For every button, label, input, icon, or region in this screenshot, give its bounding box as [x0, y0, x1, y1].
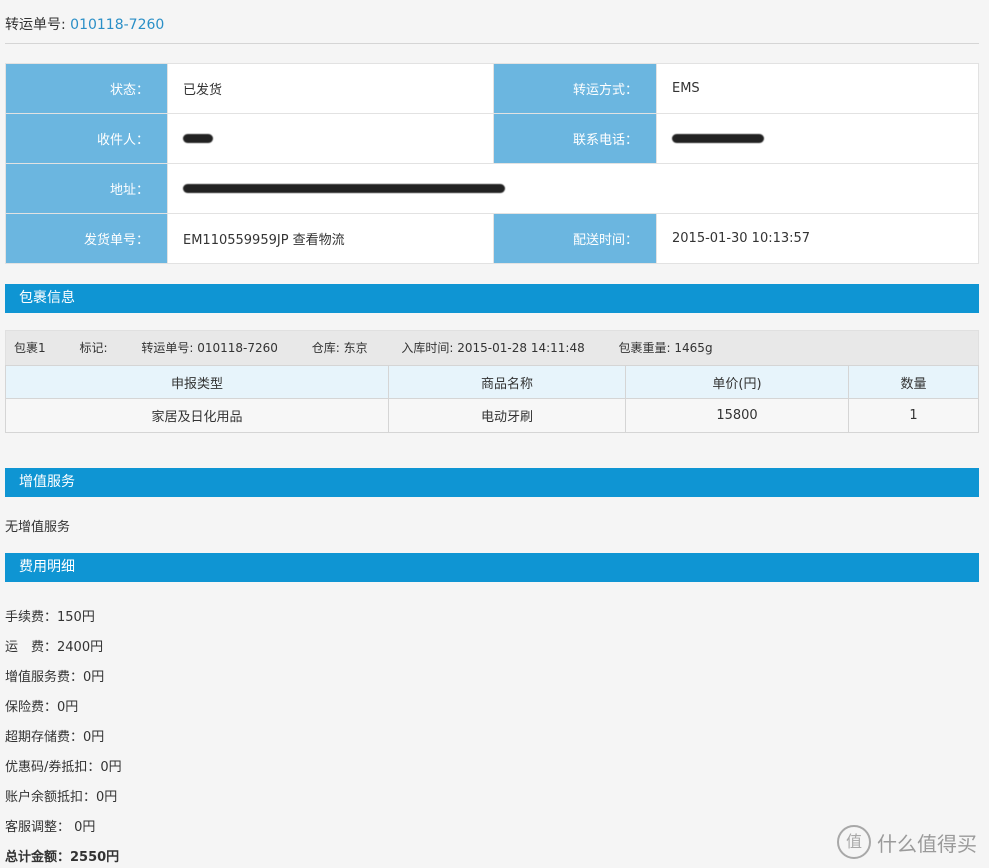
fee-line: 运 费：2400円	[5, 640, 104, 655]
section-title: 包裹信息	[19, 290, 75, 306]
status-value: 已发货	[167, 63, 494, 114]
recipient-label: 收件人：	[5, 113, 168, 164]
watermark-text: 什么值得买	[877, 831, 977, 856]
package-warehouse: 仓库: 东京	[311, 341, 368, 355]
section-title: 费用明细	[19, 559, 75, 575]
order-number-label: 转运单号:	[5, 17, 71, 33]
ship-time-value: 2015-01-30 10:13:57	[656, 213, 979, 264]
package-block: 包裹1 标记: 转运单号: 010118-7260 仓库: 东京 入库时间: 2…	[5, 330, 979, 433]
redaction-mark	[183, 134, 213, 143]
ship-time-label: 配送时间：	[493, 213, 657, 264]
value-added-section-header: 增值服务	[5, 468, 979, 497]
redaction-mark	[672, 134, 764, 143]
fee-line: 超期存储费：0円	[5, 730, 105, 745]
value-added-text: 无增值服务	[5, 520, 71, 535]
watermark-mark: 值	[837, 825, 871, 859]
watermark-logo: 值 什么值得买	[837, 824, 977, 860]
phone-label: 联系电话：	[493, 113, 657, 164]
fee-line: 客服调整： 0円	[5, 820, 96, 835]
column-header: 单价(円)	[625, 365, 849, 399]
redaction-mark	[183, 184, 505, 193]
address-value-redacted	[167, 163, 979, 214]
table-cell: 家居及日化用品	[5, 398, 389, 433]
package-order: 转运单号: 010118-7260	[141, 341, 278, 355]
fee-line: 增值服务费：0円	[5, 670, 105, 685]
fee-line: 保险费：0円	[5, 700, 79, 715]
package-weight: 包裹重量: 1465g	[618, 341, 713, 355]
page-header: 转运单号: 010118-7260	[5, 14, 979, 44]
column-header: 商品名称	[388, 365, 626, 399]
recipient-value-redacted	[167, 113, 494, 164]
table-row: 家居及日化用品 电动牙刷 15800 1	[5, 398, 979, 433]
package-inbound: 入库时间: 2015-01-28 14:11:48	[401, 341, 585, 355]
section-title: 增值服务	[19, 474, 75, 490]
shipment-info-table: 状态： 已发货 转运方式： EMS 收件人： 联系电话： 地址： 发货单号： E…	[5, 63, 979, 264]
method-value: EMS	[656, 63, 979, 114]
package-meta: 包裹1 标记: 转运单号: 010118-7260 仓库: 东京 入库时间: 2…	[5, 330, 979, 365]
order-number-value: 010118-7260	[70, 17, 165, 33]
package-items-table: 申报类型 商品名称 单价(円) 数量 家居及日化用品 电动牙刷 15800 1	[5, 365, 979, 433]
fee-line: 账户余额抵扣：0円	[5, 790, 118, 805]
method-label: 转运方式：	[493, 63, 657, 114]
package-mark: 标记:	[79, 341, 108, 355]
address-label: 地址：	[5, 163, 168, 214]
table-cell: 电动牙刷	[388, 398, 626, 433]
package-section-header: 包裹信息	[5, 284, 979, 313]
phone-value-redacted	[656, 113, 979, 164]
fee-total: 总计金额：2550円	[5, 850, 120, 865]
table-cell: 15800	[625, 398, 849, 433]
status-label: 状态：	[5, 63, 168, 114]
fee-line: 优惠码/券抵扣：0円	[5, 760, 122, 775]
ship-number-value[interactable]: EM110559959JP 查看物流	[167, 213, 494, 264]
column-header: 数量	[848, 365, 979, 399]
fee-line: 手续费：150円	[5, 610, 95, 625]
table-cell: 1	[848, 398, 979, 433]
ship-number-label: 发货单号：	[5, 213, 168, 264]
package-id: 包裹1	[14, 341, 46, 355]
column-header: 申报类型	[5, 365, 389, 399]
fees-section-header: 费用明细	[5, 553, 979, 582]
